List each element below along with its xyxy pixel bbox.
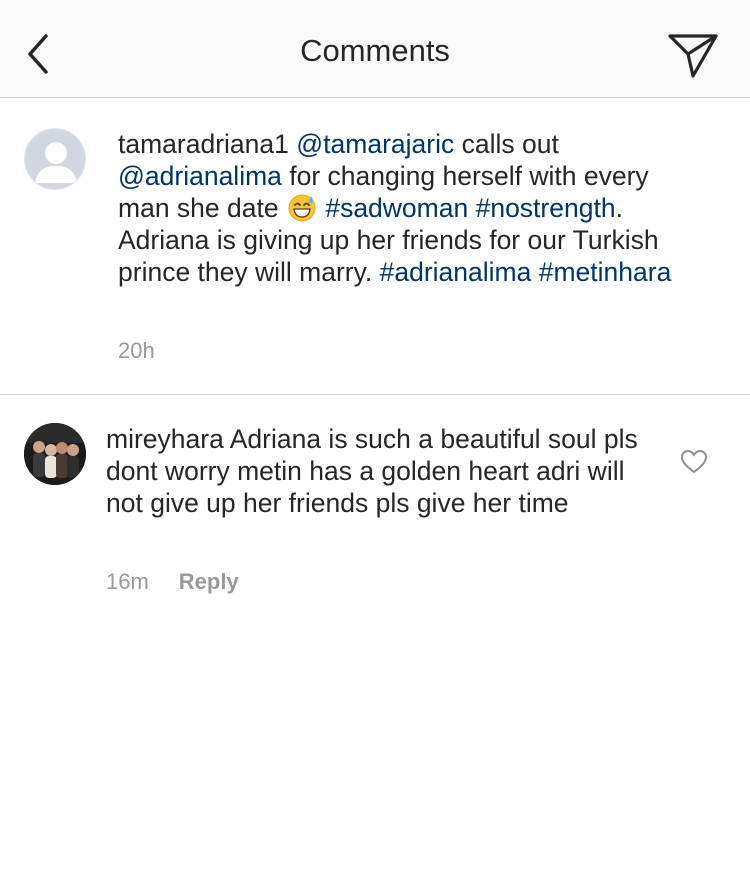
comments-header: Comments bbox=[0, 0, 750, 98]
caption-segment: calls out bbox=[454, 129, 559, 159]
grinning-sweat-emoji-icon bbox=[288, 194, 316, 222]
paper-plane-icon bbox=[668, 34, 718, 78]
mention-link[interactable]: @tamarajaric bbox=[296, 129, 454, 159]
comment-item: mireyhara Adriana is such a beautiful so… bbox=[0, 395, 750, 615]
group-photo-avatar bbox=[24, 423, 86, 485]
comment-timestamp: 16m bbox=[106, 569, 149, 594]
hashtag-link[interactable]: #nostrength bbox=[476, 193, 616, 223]
share-button[interactable] bbox=[666, 30, 722, 80]
avatar[interactable] bbox=[24, 423, 86, 485]
caption-text: tamaradriana1 @tamarajaric calls out @ad… bbox=[118, 128, 678, 288]
avatar[interactable] bbox=[24, 128, 86, 190]
comment-meta: 16m Reply bbox=[106, 569, 239, 595]
comment-text: mireyhara Adriana is such a beautiful so… bbox=[106, 423, 666, 519]
hashtag-link[interactable]: #sadwoman bbox=[325, 193, 468, 223]
hashtag-link[interactable]: #metinhara bbox=[539, 257, 672, 287]
caption-post: tamaradriana1 @tamarajaric calls out @ad… bbox=[0, 98, 750, 395]
mention-link[interactable]: @adrianalima bbox=[118, 161, 282, 191]
like-button[interactable] bbox=[680, 449, 708, 475]
hashtag-link[interactable]: #adrianalima bbox=[380, 257, 532, 287]
page-title: Comments bbox=[300, 33, 450, 68]
post-timestamp: 20h bbox=[118, 338, 155, 363]
comment-username[interactable]: mireyhara bbox=[106, 424, 224, 454]
post-username[interactable]: tamaradriana1 bbox=[118, 129, 289, 159]
reply-button[interactable]: Reply bbox=[179, 569, 239, 594]
heart-outline-icon bbox=[680, 449, 708, 474]
default-user-icon bbox=[35, 142, 77, 183]
